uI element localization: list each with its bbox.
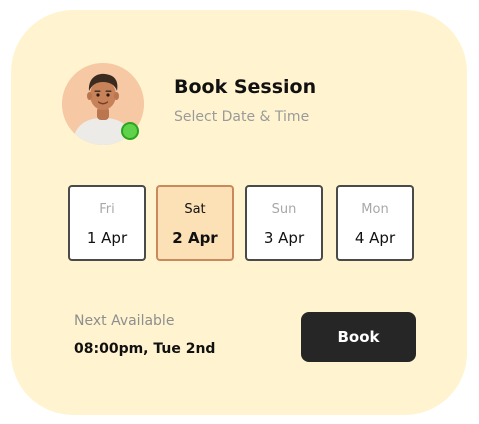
day-of-week-label: Mon [361,202,389,217]
date-option-mon[interactable]: Mon 4 Apr [336,185,414,261]
book-button[interactable]: Book [301,312,416,362]
next-available-label: Next Available [74,313,175,329]
day-of-week-label: Sun [271,202,297,217]
page-subtitle: Select Date & Time [174,109,310,125]
day-of-week-label: Fri [99,202,115,217]
online-status-indicator [121,122,139,140]
avatar [62,63,144,145]
page-title: Book Session [174,76,317,98]
date-option-fri[interactable]: Fri 1 Apr [68,185,146,261]
date-label: 1 Apr [86,229,128,247]
booking-card: Book Session Select Date & Time Fri 1 Ap… [11,10,467,415]
date-option-sun[interactable]: Sun 3 Apr [245,185,323,261]
date-label: 2 Apr [172,229,218,247]
date-option-sat[interactable]: Sat 2 Apr [156,185,234,261]
date-label: 4 Apr [354,229,396,247]
next-available-value: 08:00pm, Tue 2nd [74,341,216,357]
date-label: 3 Apr [263,229,305,247]
day-of-week-label: Sat [184,202,206,217]
